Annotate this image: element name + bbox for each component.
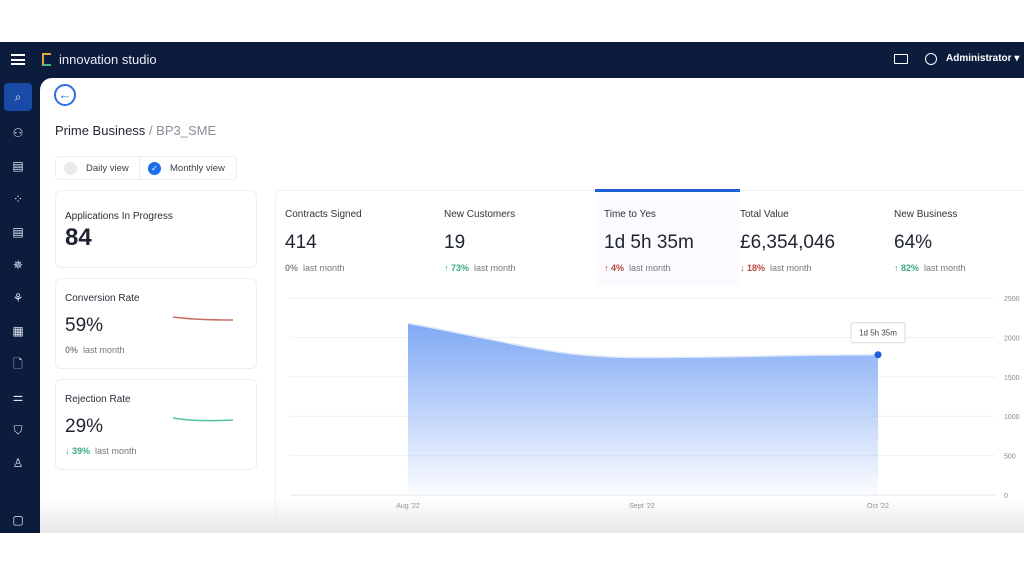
data-point[interactable] <box>874 351 882 359</box>
y-tick-label: 2000 <box>1004 335 1020 342</box>
tooltip-text: 1d 5h 35m <box>859 329 897 338</box>
y-tick-label: 500 <box>1004 454 1016 461</box>
y-tick-label: 1000 <box>1004 414 1020 421</box>
y-tick-label: 1500 <box>1004 375 1020 382</box>
time-to-yes-chart: 05001000150020002500Aug '22Sept '22Oct '… <box>290 296 1020 510</box>
bottom-fade <box>40 497 1024 533</box>
y-tick-label: 2500 <box>1004 296 1020 303</box>
area-series <box>408 323 878 495</box>
